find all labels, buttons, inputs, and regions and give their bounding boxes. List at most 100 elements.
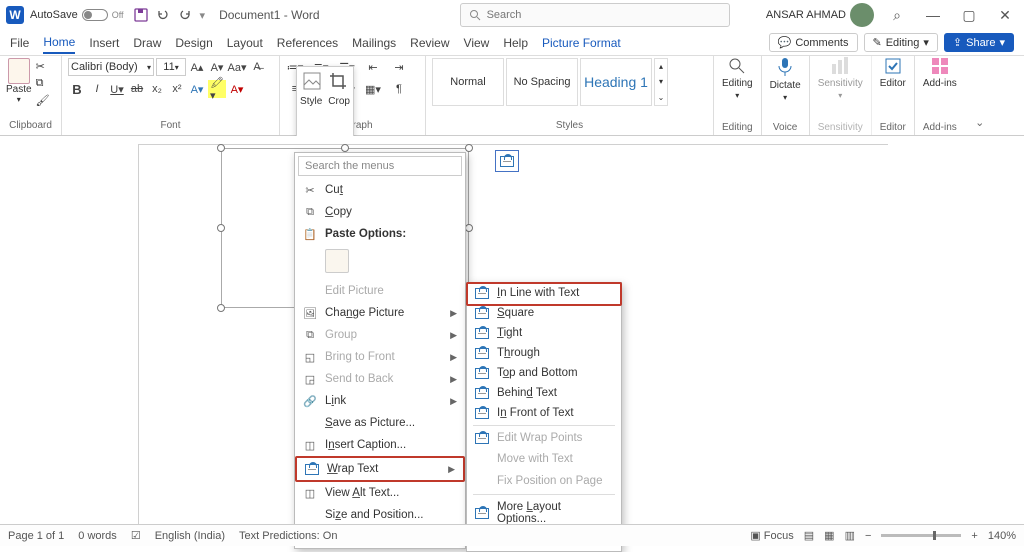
comments-button[interactable]: 💬 Comments	[769, 33, 858, 52]
inc-indent-icon[interactable]: ⇥	[390, 58, 408, 76]
style-normal[interactable]: Normal	[432, 58, 504, 106]
wrap-tight[interactable]: Tight	[467, 323, 621, 343]
editor-button[interactable]: Editor Editor	[872, 56, 915, 135]
resize-handle[interactable]	[341, 144, 349, 152]
tab-view[interactable]: View	[464, 33, 490, 53]
autosave-toggle[interactable]	[82, 9, 108, 21]
paste-option-keep[interactable]	[325, 249, 349, 273]
underline-button[interactable]: U▾	[108, 80, 126, 98]
wrap-inline[interactable]: In Line with Text	[467, 283, 621, 303]
view-web-icon[interactable]: ▥	[845, 529, 855, 542]
autosave[interactable]: AutoSave Off	[30, 9, 124, 21]
show-marks-icon[interactable]: ¶	[390, 80, 408, 98]
wrap-behind[interactable]: Behind Text	[467, 383, 621, 403]
ctx-view-alt-text[interactable]: ◫View Alt Text...	[295, 482, 465, 504]
wrap-square[interactable]: Square	[467, 303, 621, 323]
italic-button[interactable]: I	[88, 80, 106, 98]
language[interactable]: English (India)	[155, 530, 225, 542]
tab-help[interactable]: Help	[503, 33, 528, 53]
word-count[interactable]: 0 words	[78, 530, 117, 542]
ctx-copy[interactable]: ⧉Copy	[295, 201, 465, 223]
menu-search[interactable]: Search the menus	[298, 156, 462, 176]
zoom-out-icon[interactable]: −	[865, 530, 871, 542]
clear-format-icon[interactable]: A̶	[248, 58, 266, 76]
dictate-button[interactable]: Dictate▾ Voice	[762, 56, 810, 135]
save-icon[interactable]	[134, 8, 148, 22]
minimize-icon[interactable]: —	[920, 7, 946, 23]
view-read-icon[interactable]: ▤	[804, 529, 814, 542]
crop-icon[interactable]	[328, 71, 348, 94]
tab-design[interactable]: Design	[175, 33, 212, 53]
dec-indent-icon[interactable]: ⇤	[364, 58, 382, 76]
tab-review[interactable]: Review	[410, 33, 449, 53]
increase-font-icon[interactable]: A▴	[188, 58, 206, 76]
font-color-icon[interactable]: A▾	[228, 80, 246, 98]
redo-icon[interactable]	[178, 8, 192, 22]
styles-scroll[interactable]: ▴▾⌄	[654, 58, 668, 106]
collapse-ribbon-icon[interactable]: ⌄	[965, 56, 995, 135]
tab-picture-format[interactable]: Picture Format	[542, 33, 621, 53]
style-heading1[interactable]: Heading 1	[580, 58, 652, 106]
highlight-icon[interactable]: 🖍▾	[208, 80, 226, 98]
wrap-front[interactable]: In Front of Text	[467, 403, 621, 423]
copy-icon[interactable]: ⧉	[36, 77, 50, 90]
cut-icon[interactable]: ✂	[36, 60, 50, 73]
decrease-font-icon[interactable]: A▾	[208, 58, 226, 76]
bold-button[interactable]: B	[68, 80, 86, 98]
zoom-level[interactable]: 140%	[988, 530, 1016, 542]
resize-handle[interactable]	[217, 224, 225, 232]
sensitivity-button[interactable]: Sensitivity▾ Sensitivity	[810, 56, 872, 135]
superscript-button[interactable]: x²	[168, 80, 186, 98]
restore-icon[interactable]: ▢	[956, 7, 982, 24]
close-icon[interactable]: ✕	[992, 7, 1018, 24]
account[interactable]: ANSAR AHMAD	[766, 3, 874, 27]
tab-home[interactable]: Home	[43, 32, 75, 54]
tab-file[interactable]: File	[10, 33, 29, 53]
editing-mode-button[interactable]: ✎ Editing ▾	[864, 33, 938, 52]
font-size-select[interactable]: 11▾	[156, 58, 186, 76]
ctx-change-picture[interactable]: 🖼Change Picture▶	[295, 302, 465, 324]
tab-mailings[interactable]: Mailings	[352, 33, 396, 53]
font-name-select[interactable]: Calibri (Body)▾	[68, 58, 154, 76]
addins-button[interactable]: Add-ins Add-ins	[915, 56, 965, 135]
zoom-in-icon[interactable]: +	[971, 530, 977, 542]
editing-button[interactable]: Editing▾ Editing	[714, 56, 762, 135]
wrap-through[interactable]: Through	[467, 343, 621, 363]
subscript-button[interactable]: x₂	[148, 80, 166, 98]
ctx-insert-caption[interactable]: ◫Insert Caption...	[295, 434, 465, 456]
text-effects-icon[interactable]: A▾	[188, 80, 206, 98]
ctx-cut[interactable]: ✂Cut	[295, 179, 465, 201]
picture-style-icon[interactable]	[302, 71, 322, 94]
resize-handle[interactable]	[465, 224, 473, 232]
strike-button[interactable]: ab	[128, 80, 146, 98]
ctx-wrap-text[interactable]: Wrap Text▶	[295, 456, 465, 482]
resize-handle[interactable]	[217, 144, 225, 152]
tab-insert[interactable]: Insert	[89, 33, 119, 53]
resize-handle[interactable]	[465, 144, 473, 152]
format-painter-icon[interactable]: 🖌	[36, 94, 50, 107]
page-count[interactable]: Page 1 of 1	[8, 530, 64, 542]
change-case-icon[interactable]: Aa▾	[228, 58, 246, 76]
borders-icon[interactable]: ▦▾	[364, 80, 382, 98]
style-no-spacing[interactable]: No Spacing	[506, 58, 578, 106]
zoom-slider[interactable]	[881, 534, 961, 537]
tab-layout[interactable]: Layout	[227, 33, 263, 53]
resize-handle[interactable]	[217, 304, 225, 312]
spell-check-icon[interactable]: ☑	[131, 529, 141, 542]
tab-references[interactable]: References	[277, 33, 338, 53]
view-print-icon[interactable]: ▦	[824, 529, 834, 542]
qat-customize-icon[interactable]: ▾	[200, 9, 206, 22]
paste-button[interactable]: Paste ▾	[6, 58, 32, 107]
ctx-save-as-picture[interactable]: Save as Picture...	[295, 412, 465, 434]
ctx-link[interactable]: 🔗Link▶	[295, 390, 465, 412]
undo-icon[interactable]	[156, 8, 170, 22]
text-predictions[interactable]: Text Predictions: On	[239, 530, 337, 542]
ctx-size-position[interactable]: Size and Position...	[295, 504, 465, 526]
ribbon-display-icon[interactable]: ⌕	[884, 7, 910, 24]
focus-mode[interactable]: ▣ Focus	[750, 529, 793, 542]
wrap-top-bottom[interactable]: Top and Bottom	[467, 363, 621, 383]
search-box[interactable]: Search	[460, 3, 730, 27]
layout-options-button[interactable]	[495, 150, 519, 172]
tab-draw[interactable]: Draw	[133, 33, 161, 53]
share-button[interactable]: ⇪ Share ▾	[944, 33, 1014, 52]
